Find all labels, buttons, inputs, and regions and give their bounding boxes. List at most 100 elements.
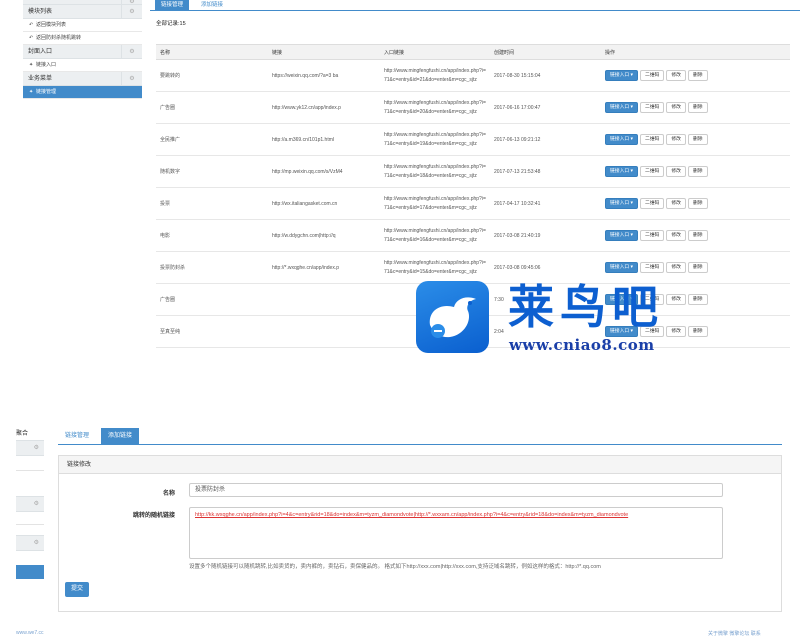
sidebar-section-cover: 封面入口 ⚙ xyxy=(23,45,142,59)
cell-name: 广告圈 xyxy=(160,104,176,111)
cell-time: 2017-06-13 09:21:12 xyxy=(494,136,541,143)
cell-name: 电影 xyxy=(160,232,171,239)
qr-code-button[interactable]: 二维码 xyxy=(639,230,665,241)
sidebar-title: 聚合 xyxy=(16,431,29,437)
cell-name: 广告圈 xyxy=(160,296,176,303)
entry-dropdown-button[interactable]: 链接入口 ▾ xyxy=(605,166,638,177)
gear-icon[interactable]: ⚙ xyxy=(121,45,142,58)
sidebar-item-back-modules[interactable]: ↶ 返回模块列表 xyxy=(23,19,142,32)
edit-button[interactable]: 修改 xyxy=(666,166,686,177)
flame-icon: ✦ xyxy=(29,62,34,68)
gear-icon[interactable]: ⚙ xyxy=(121,0,142,5)
sidebar-section-title: 封面入口 xyxy=(28,49,53,55)
footer-links[interactable]: 关于微擎 微擎论坛 联系 xyxy=(708,630,761,637)
cell-time: 2017-06-16 17:00:47 xyxy=(494,104,541,111)
tab-add-link[interactable]: 添加链接 xyxy=(101,428,140,445)
qr-code-button[interactable]: 二维码 xyxy=(639,134,665,145)
cell-name: 投票 xyxy=(160,200,171,207)
sidebar-item-label: 返回防封杀随机跳转 xyxy=(36,35,82,41)
gear-icon[interactable]: ⚙ xyxy=(34,500,39,507)
links-label: 跳转的随机链接 xyxy=(132,513,175,519)
divider xyxy=(16,470,44,471)
name-field[interactable]: 投票防封杀 xyxy=(189,483,723,497)
tab-link-manage[interactable]: 链接管理 xyxy=(58,428,96,445)
links-textarea[interactable]: http://kk.wxqghe.cn/app/index.php?i=4&c=… xyxy=(189,507,723,559)
cell-time: 2017-08-30 15:15:04 xyxy=(494,72,541,79)
edit-button[interactable]: 修改 xyxy=(666,102,686,113)
cell-time: 2017-03-08 09:45:06 xyxy=(494,264,541,271)
col-header-time: 创建时间 xyxy=(490,44,601,60)
edit-button[interactable]: 修改 xyxy=(666,134,686,145)
sidebar-section-title: 模块列表 xyxy=(28,9,53,15)
cell-time: 2017-07-13 21:53:48 xyxy=(494,168,541,175)
divider xyxy=(16,524,44,525)
cell-name: 至真至纯 xyxy=(160,328,181,335)
entry-dropdown-button[interactable]: 链接入口 ▾ xyxy=(605,198,638,209)
gear-icon[interactable]: ⚙ xyxy=(34,444,39,451)
gear-icon[interactable]: ⚙ xyxy=(121,5,142,18)
qr-code-button[interactable]: 二维码 xyxy=(639,166,665,177)
cell-time: 2017-04-17 10:32:41 xyxy=(494,200,541,207)
watermark-logo: 莱鸟吧 www.cniao8.com xyxy=(416,280,698,354)
sidebar-item-label: 链接管理 xyxy=(36,89,57,95)
cell-name: 要跳转的 xyxy=(160,72,181,79)
flame-icon: ✦ xyxy=(29,89,34,95)
sidebar-section-band: ⚙ xyxy=(16,440,44,456)
sidebar-item-label: 链接入口 xyxy=(36,62,57,68)
cell-link: http://mp.weixin.qq.com/s/VzM4 xyxy=(272,168,343,175)
sidebar: ⚙ 模块列表 ⚙ ↶ 返回模块列表 ↶ 返回防封杀随机跳转 封面入口 ⚙ ✦ 链接入口… xyxy=(23,0,142,360)
cell-link: https://weixin.qq.com/?a=3 ba xyxy=(272,72,339,79)
delete-button[interactable]: 删除 xyxy=(687,230,708,241)
qr-code-button[interactable]: 二维码 xyxy=(639,102,665,113)
cell-entry: http://www.mingfengfushi.cn/app/index.ph… xyxy=(384,259,486,275)
edit-button[interactable]: 修改 xyxy=(666,70,686,81)
gear-icon[interactable]: ⚙ xyxy=(121,72,142,85)
submit-button[interactable]: 提交 xyxy=(65,582,89,597)
cell-entry: http://www.mingfengfushi.cn/app/index.ph… xyxy=(384,227,486,243)
edit-button[interactable]: 修改 xyxy=(666,198,686,209)
table-header-row: 名称 链接 入口链接 创建时间 操作 xyxy=(156,44,790,60)
delete-button[interactable]: 删除 xyxy=(687,102,708,113)
return-icon: ↶ xyxy=(29,35,34,41)
panel-title: 链接修改 xyxy=(59,456,781,474)
entry-dropdown-button[interactable]: 链接入口 ▾ xyxy=(605,262,638,273)
delete-button[interactable]: 删除 xyxy=(687,262,708,273)
help-text: 设置多个随机链接可以随机跳转,比如卖货的，卖内裤的，卖钻石，卖保健品的。 格式如… xyxy=(189,564,601,570)
sidebar-item-active[interactable] xyxy=(16,565,44,579)
entry-dropdown-button[interactable]: 链接入口 ▾ xyxy=(605,134,638,145)
entry-dropdown-button[interactable]: 链接入口 ▾ xyxy=(605,230,638,241)
delete-button[interactable]: 删除 xyxy=(687,70,708,81)
qr-code-button[interactable]: 二维码 xyxy=(639,262,665,273)
cell-entry: http://www.mingfengfushi.cn/app/index.ph… xyxy=(384,195,486,211)
delete-button[interactable]: 删除 xyxy=(687,166,708,177)
delete-button[interactable]: 删除 xyxy=(687,134,708,145)
sidebar-section-modules: 模块列表 ⚙ xyxy=(23,5,142,19)
delete-button[interactable]: 删除 xyxy=(687,198,708,209)
sidebar-item-link-entry[interactable]: ✦ 链接入口 xyxy=(23,59,142,72)
tab-bar: 链接管理 添加链接 xyxy=(150,0,800,11)
edit-button[interactable]: 修改 xyxy=(666,230,686,241)
top-screen: ⚙ 模块列表 ⚙ ↶ 返回模块列表 ↶ 返回防封杀随机跳转 封面入口 ⚙ ✦ 链接入口… xyxy=(0,0,800,360)
logo-title: 莱鸟吧 xyxy=(508,280,664,334)
qr-code-button[interactable]: 二维码 xyxy=(639,198,665,209)
table-row: 投票防封杀 http://*.wxqghe.cn/app/index.p http:… xyxy=(156,251,790,284)
sidebar-item-back-redirect[interactable]: ↶ 返回防封杀随机跳转 xyxy=(23,32,142,45)
tab-bar: 链接管理 添加链接 xyxy=(58,428,782,445)
gear-icon[interactable]: ⚙ xyxy=(34,539,39,546)
tab-add-link[interactable]: 添加链接 xyxy=(195,0,229,11)
table-row: 要跳转的 https://weixin.qq.com/?a=3 ba http://… xyxy=(156,59,790,92)
cell-name: 随机数字 xyxy=(160,168,181,175)
tab-link-manage[interactable]: 链接管理 xyxy=(155,0,190,11)
cell-name: 全民推广 xyxy=(160,136,181,143)
edit-button[interactable]: 修改 xyxy=(666,262,686,273)
sidebar-section-band: ⚙ xyxy=(16,535,44,551)
cell-name: 投票防封杀 xyxy=(160,264,186,271)
sidebar-section-title: 业务菜单 xyxy=(28,76,53,82)
sidebar-item-link-manage[interactable]: ✦ 链接管理 xyxy=(23,86,142,99)
qr-code-button[interactable]: 二维码 xyxy=(639,70,665,81)
table-row: 电影 http://w.ddygchn.com|http://q http://ww… xyxy=(156,219,790,252)
entry-dropdown-button[interactable]: 链接入口 ▾ xyxy=(605,70,638,81)
sidebar: 聚合 ⚙ ⚙ ⚙ xyxy=(0,424,44,637)
entry-dropdown-button[interactable]: 链接入口 ▾ xyxy=(605,102,638,113)
footer-link[interactable]: www.we7.cc xyxy=(16,630,44,636)
